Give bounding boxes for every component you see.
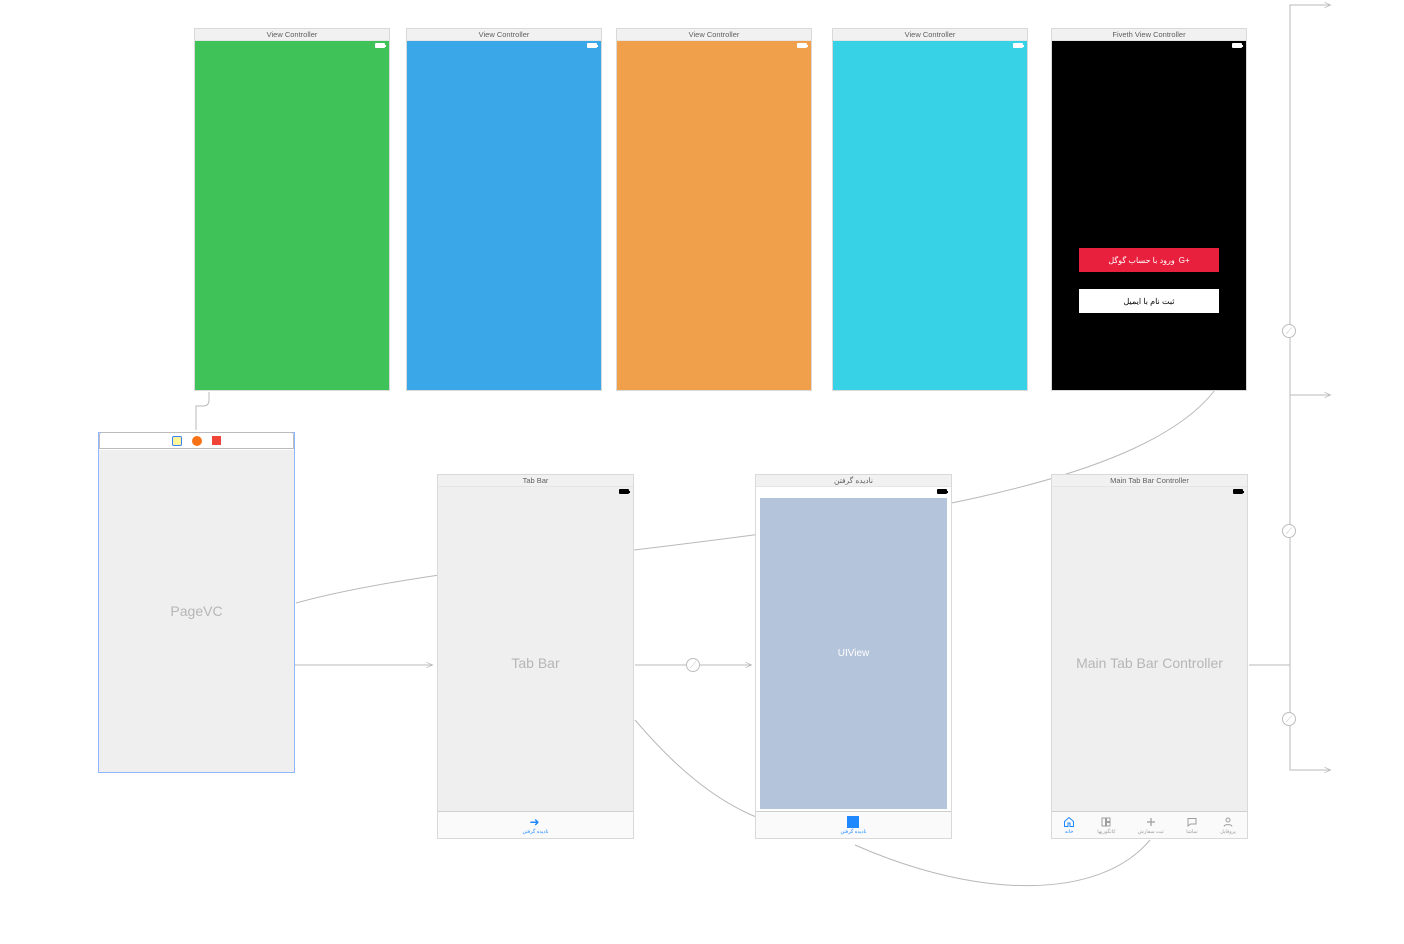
home-icon: [1063, 816, 1075, 828]
tab-home[interactable]: خانه: [1063, 816, 1075, 835]
scene-body: [833, 41, 1027, 390]
google-signin-button[interactable]: ورود با حساب گوگل G+: [1079, 248, 1219, 272]
scene-pagevc[interactable]: PageVC: [98, 432, 295, 773]
scene-title: View Controller: [833, 29, 1027, 41]
scene-vc2[interactable]: View Controller: [406, 28, 602, 391]
scene-body: [195, 41, 389, 390]
tab-watch[interactable]: تماشا: [1186, 816, 1198, 835]
email-signup-label: ثبت نام با ایمیل: [1124, 297, 1175, 306]
tab-label: نادیده گرفتن: [840, 829, 866, 835]
tab-label: نادیده گرفتن: [522, 829, 548, 835]
scene-title: Tab Bar: [438, 475, 633, 487]
plus-icon: [1145, 816, 1157, 828]
scene-vc4[interactable]: View Controller: [832, 28, 1028, 391]
segue-indicator[interactable]: ⟋: [1282, 712, 1296, 726]
tab-profile[interactable]: پروفایل: [1220, 816, 1236, 835]
google-plus-badge: G+: [1179, 256, 1190, 265]
scene-body: [617, 41, 811, 390]
scene-title: View Controller: [195, 29, 389, 41]
viewcontroller-icon[interactable]: [172, 436, 182, 446]
tab-item-ignore[interactable]: نادیده گرفتن: [840, 816, 866, 835]
profile-icon: [1222, 816, 1234, 828]
scene-title: Main Tab Bar Controller: [1052, 475, 1247, 487]
scene-selected-header[interactable]: [99, 432, 294, 449]
tab-label: کاتگوریها: [1097, 829, 1115, 835]
scene-body: ورود با حساب گوگل G+ ثبت نام با ایمیل: [1052, 41, 1246, 390]
email-signup-button[interactable]: ثبت نام با ایمیل: [1079, 289, 1219, 313]
main-tab-center-label: Main Tab Bar Controller: [1052, 487, 1247, 838]
scene-title: View Controller: [407, 29, 601, 41]
segue-indicator[interactable]: ⟋: [1282, 524, 1296, 538]
scene-main-tabbar[interactable]: Main Tab Bar Controller Main Tab Bar Con…: [1051, 474, 1248, 839]
tab-label: تماشا: [1186, 829, 1198, 835]
battery-icon: [1232, 43, 1242, 48]
scene-body: PageVC: [99, 450, 294, 772]
arrow-right-icon: ➜: [529, 816, 541, 828]
uiview-placeholder[interactable]: UIView: [760, 498, 947, 809]
categories-icon: [1100, 816, 1112, 828]
square-icon: [847, 816, 859, 828]
tab-bar[interactable]: ➜ نادیده گرفتن: [438, 811, 633, 838]
google-signin-label: ورود با حساب گوگل: [1108, 256, 1174, 265]
segue-indicator[interactable]: ⟋: [686, 658, 700, 672]
tab-bar[interactable]: خانه کاتگوریها ثبت سفارش تماشا: [1052, 811, 1247, 838]
chat-icon: [1186, 816, 1198, 828]
status-bar: [1052, 41, 1246, 50]
uiview-label: UIView: [838, 648, 870, 659]
tab-new-order[interactable]: ثبت سفارش: [1138, 816, 1164, 835]
tab-label: ثبت سفارش: [1138, 829, 1164, 835]
scene-vc5-login[interactable]: Fiveth View Controller ورود با حساب گوگل…: [1051, 28, 1247, 391]
scene-body: UIView نادیده گرفتن: [756, 487, 951, 838]
scene-body: Main Tab Bar Controller خانه کاتگوریها ث…: [1052, 487, 1247, 838]
tab-categories[interactable]: کاتگوریها: [1097, 816, 1115, 835]
exit-icon[interactable]: [212, 436, 221, 445]
tab-item-ignore[interactable]: ➜ نادیده گرفتن: [522, 816, 548, 835]
scene-tabbar[interactable]: Tab Bar Tab Bar ➜ نادیده گرفتن: [437, 474, 634, 839]
scene-title: Fiveth View Controller: [1052, 29, 1246, 41]
tab-bar[interactable]: نادیده گرفتن: [756, 811, 951, 838]
tab-label: خانه: [1065, 829, 1074, 835]
scene-body: [407, 41, 601, 390]
scene-title: View Controller: [617, 29, 811, 41]
tab-label: پروفایل: [1220, 829, 1236, 835]
first-responder-icon[interactable]: [192, 436, 202, 446]
scene-vc1[interactable]: View Controller: [194, 28, 390, 391]
segue-indicator[interactable]: ⟋: [1282, 324, 1296, 338]
battery-icon: [937, 489, 947, 494]
scene-title: نادیده گرفتن: [756, 475, 951, 487]
pagevc-label: PageVC: [99, 450, 294, 772]
scene-vc3[interactable]: View Controller: [616, 28, 812, 391]
tabbar-center-label: Tab Bar: [438, 487, 633, 838]
scene-ignore[interactable]: نادیده گرفتن UIView نادیده گرفتن: [755, 474, 952, 839]
status-bar: [756, 487, 951, 496]
scene-body: Tab Bar ➜ نادیده گرفتن: [438, 487, 633, 838]
